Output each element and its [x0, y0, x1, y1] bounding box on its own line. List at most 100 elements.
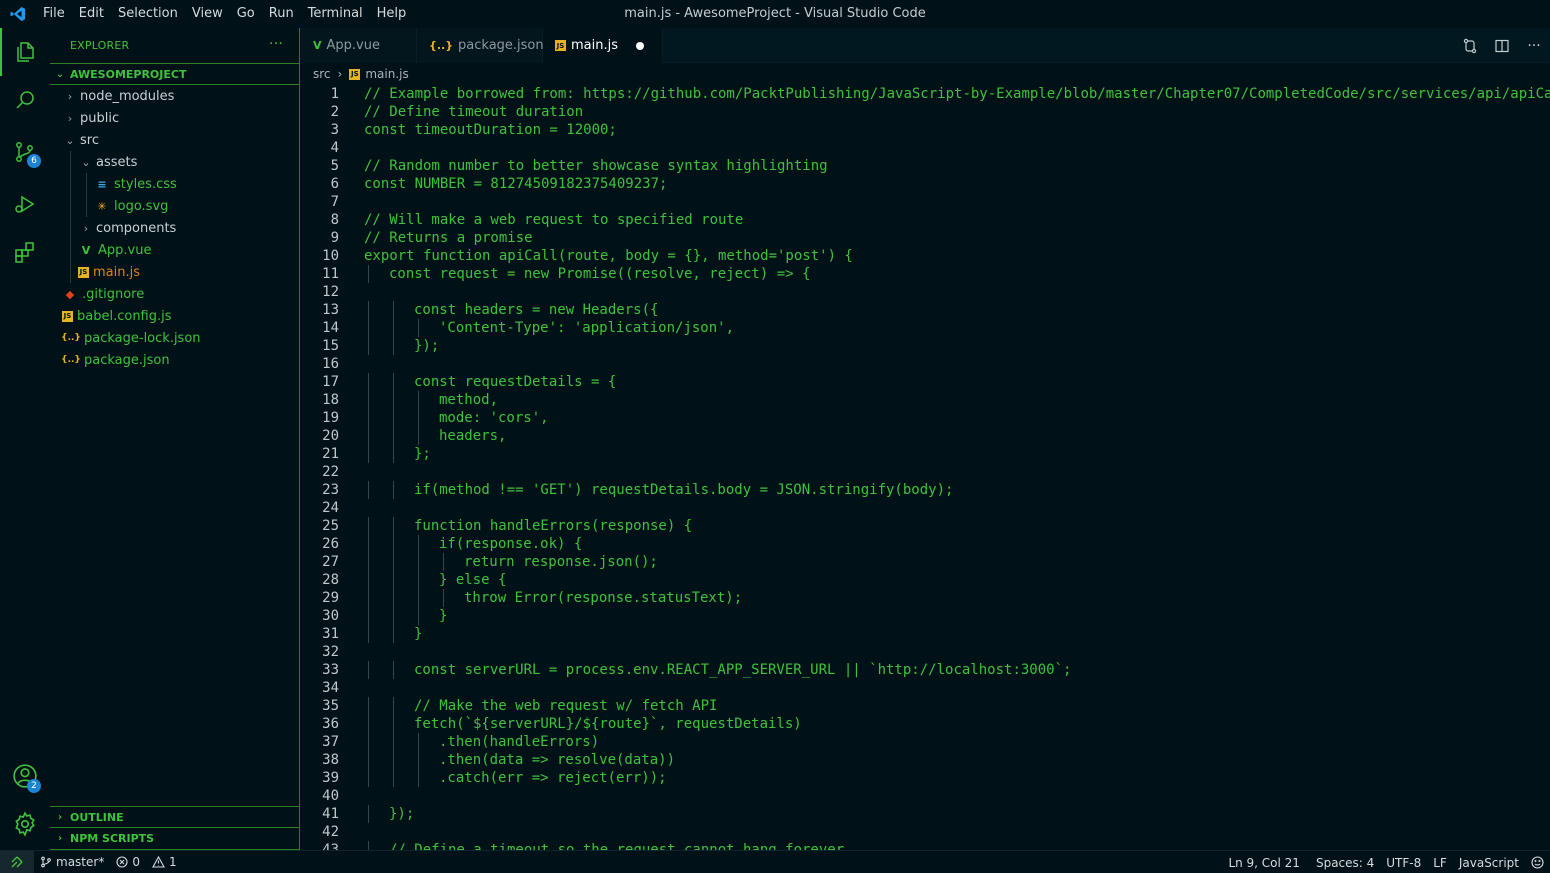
- project-section-header[interactable]: ⌄ AWESOMEPROJECT: [50, 63, 299, 85]
- settings-activity[interactable]: [0, 800, 50, 848]
- line-number: 2: [330, 104, 339, 120]
- tree-folder[interactable]: ⌄ src: [50, 129, 299, 151]
- run-debug-activity[interactable]: [0, 180, 50, 228]
- search-activity[interactable]: [0, 76, 50, 124]
- indent-guide: [368, 517, 369, 535]
- code-text: method,: [439, 392, 499, 408]
- tree-item-label: .gitignore: [82, 286, 145, 302]
- code-line: 42: [301, 823, 1550, 841]
- outline-section-header[interactable]: › OUTLINE: [50, 806, 299, 828]
- code-editor[interactable]: 1 // Example borrowed from: https://githu…: [301, 85, 1550, 850]
- code-text: if(response.ok) {: [439, 536, 583, 552]
- encoding[interactable]: UTF-8: [1380, 856, 1427, 870]
- indent-guide: [368, 697, 369, 715]
- feedback-button[interactable]: [1525, 856, 1550, 869]
- warning-count: 1: [168, 855, 177, 869]
- indent-guide: [368, 481, 369, 499]
- npm-scripts-section-header[interactable]: › NPM SCRIPTS: [50, 828, 299, 850]
- indent-guide: [368, 409, 369, 427]
- tree-item-label: assets: [96, 154, 138, 170]
- tree-item-label: styles.css: [114, 176, 177, 192]
- problems-status[interactable]: 0 1: [110, 855, 182, 869]
- split-editor-button[interactable]: [1486, 38, 1518, 54]
- tree-folder[interactable]: › public: [50, 107, 299, 129]
- indent-guide: [393, 301, 394, 319]
- breadcrumb-folder[interactable]: src: [313, 67, 331, 81]
- code-line: 21};: [301, 445, 1550, 463]
- tree-file[interactable]: JS main.js: [50, 261, 299, 283]
- indent-guide: [418, 589, 419, 607]
- more-actions-icon[interactable]: ···: [269, 36, 283, 52]
- chevron-right-icon: ›: [67, 111, 73, 125]
- more-actions-button[interactable]: ···: [1518, 38, 1550, 54]
- tree-file[interactable]: {..} package-lock.json: [50, 327, 299, 349]
- tree-file[interactable]: {..} package.json: [50, 349, 299, 371]
- chevron-right-icon: ›: [67, 89, 73, 103]
- cursor-position[interactable]: Ln 9, Col 21: [1222, 856, 1306, 870]
- tree-file[interactable]: ◆ .gitignore: [50, 283, 299, 305]
- code-text: if(method !== 'GET') requestDetails.body…: [414, 482, 954, 498]
- tab-package-json[interactable]: {..} package.json: [417, 28, 544, 63]
- menu-edit[interactable]: Edit: [72, 0, 111, 28]
- explorer-activity[interactable]: [0, 28, 50, 76]
- extensions-activity[interactable]: [0, 228, 50, 276]
- tree-file[interactable]: JS babel.config.js: [50, 305, 299, 327]
- remote-indicator[interactable]: [0, 850, 34, 873]
- indent-guide: [418, 535, 419, 553]
- menu-selection[interactable]: Selection: [111, 0, 185, 28]
- line-number: 13: [322, 302, 339, 318]
- line-number: 10: [322, 248, 339, 264]
- indent-guide: [393, 571, 394, 589]
- menu-run[interactable]: Run: [262, 0, 301, 28]
- indent-guide: [443, 553, 444, 571]
- branch-status[interactable]: master*: [34, 855, 110, 869]
- menu-view[interactable]: View: [185, 0, 230, 28]
- indent-guide: [86, 195, 87, 217]
- indent-guide: [368, 769, 369, 787]
- menu-bar: File Edit Selection View Go Run Terminal…: [36, 0, 413, 28]
- end-of-line[interactable]: LF: [1427, 856, 1453, 870]
- source-control-badge: 6: [27, 154, 41, 168]
- compare-changes-button[interactable]: [1454, 38, 1486, 54]
- language-mode[interactable]: JavaScript: [1453, 856, 1525, 870]
- tree-folder[interactable]: › node_modules: [50, 85, 299, 107]
- tab-main-js[interactable]: JS main.js: [543, 28, 663, 63]
- code-line: 22: [301, 463, 1550, 481]
- chevron-right-icon: ›: [337, 67, 343, 81]
- code-line: 39 .catch(err => reject(err));: [301, 769, 1550, 787]
- indent-guide: [70, 151, 71, 173]
- editor-tabs: V App.vue {..} package.json JS main.js: [301, 28, 1550, 63]
- source-control-activity[interactable]: 6: [0, 128, 50, 176]
- tab-label: package.json: [458, 38, 544, 53]
- breadcrumb-file[interactable]: main.js: [365, 67, 408, 81]
- indent-guide: [368, 715, 369, 733]
- code-line: 26 if(response.ok) {: [301, 535, 1550, 553]
- chevron-right-icon: ›: [83, 221, 89, 235]
- tab-label: main.js: [571, 38, 618, 53]
- indent-guide: [368, 751, 369, 769]
- code-text: // Will make a web request to specified …: [364, 212, 744, 228]
- line-number: 3: [330, 122, 339, 138]
- code-text: };: [414, 446, 431, 462]
- menu-help[interactable]: Help: [370, 0, 414, 28]
- code-line: 33 const serverURL = process.env.REACT_AP…: [301, 661, 1550, 679]
- accounts-activity[interactable]: 2: [0, 752, 50, 800]
- indentation[interactable]: Spaces: 4: [1306, 856, 1380, 870]
- code-text: } else {: [439, 572, 507, 588]
- tree-file[interactable]: ✳ logo.svg: [50, 195, 299, 217]
- tree-file[interactable]: V App.vue: [50, 239, 299, 261]
- menu-go[interactable]: Go: [230, 0, 262, 28]
- tree-folder[interactable]: › components: [50, 217, 299, 239]
- unsaved-dot-icon[interactable]: [636, 41, 644, 50]
- indent-guide: [368, 337, 369, 355]
- tree-file[interactable]: ≡ styles.css: [50, 173, 299, 195]
- tree-folder[interactable]: ⌄ assets: [50, 151, 299, 173]
- menu-terminal[interactable]: Terminal: [301, 0, 370, 28]
- tab-app-vue[interactable]: V App.vue: [301, 28, 417, 63]
- menu-file[interactable]: File: [36, 0, 72, 28]
- indent-guide: [368, 841, 369, 850]
- indent-guide: [418, 427, 419, 445]
- status-bar-right: Ln 9, Col 21 Spaces: 4 UTF-8 LF JavaScri…: [1222, 851, 1550, 873]
- code-line: 4: [301, 139, 1550, 157]
- code-line: 35 // Make the web request w/ fetch API: [301, 697, 1550, 715]
